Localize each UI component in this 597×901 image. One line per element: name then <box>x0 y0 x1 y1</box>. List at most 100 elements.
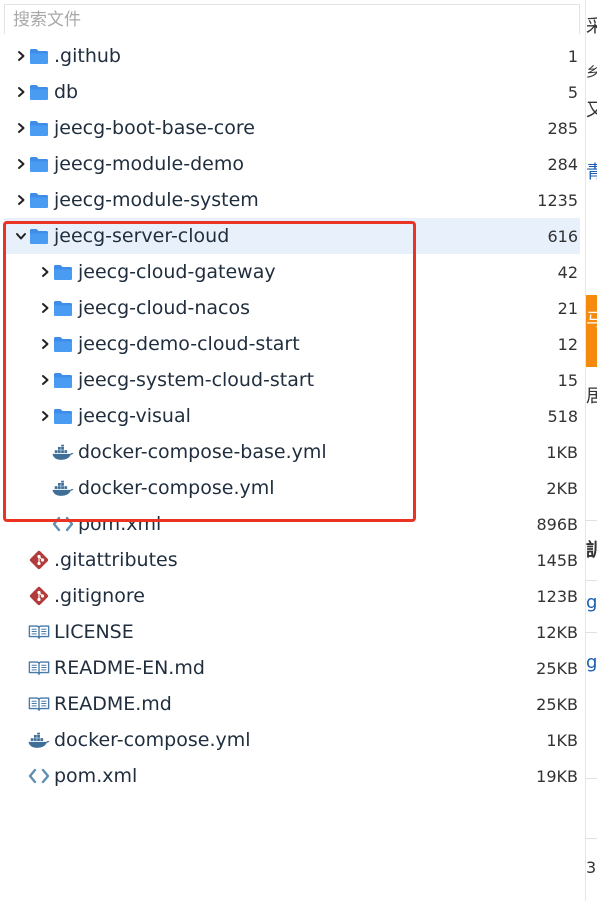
tree-item-size: 12KB <box>536 622 578 642</box>
tree-item-name: jeecg-module-demo <box>54 153 244 175</box>
tree-file-row[interactable]: .gitattributes 145B <box>4 542 580 578</box>
right-edge-char: g <box>586 652 597 673</box>
book-icon <box>28 693 50 715</box>
tree-file-row[interactable]: pom.xml 896B <box>4 506 580 542</box>
tree-item-size: 15 <box>557 370 578 390</box>
search-input[interactable] <box>5 5 579 34</box>
tree-item-name: .gitattributes <box>54 549 178 571</box>
right-edge-char: 3 <box>586 858 597 877</box>
right-edge-char: 訓 <box>586 540 597 561</box>
tree-item-name: LICENSE <box>54 621 134 643</box>
tree-item-size: 896B <box>536 514 578 534</box>
code-file-icon <box>28 765 50 787</box>
git-icon <box>28 549 50 571</box>
book-icon <box>28 657 50 679</box>
tree-folder-row[interactable]: jeecg-server-cloud 616 <box>4 218 580 254</box>
tree-item-name: README.md <box>54 693 172 715</box>
chevron-right-icon[interactable] <box>14 49 28 63</box>
right-edge-clipped-content: 采 乡 又 青 马 居 訓 g g 3 <box>586 0 597 901</box>
tree-item-size: 145B <box>536 550 578 570</box>
tree-item-name: docker-compose-base.yml <box>78 441 327 463</box>
folder-icon <box>28 81 50 103</box>
folder-icon <box>52 369 74 391</box>
right-edge-divider <box>586 778 597 779</box>
right-edge-divider <box>586 632 597 633</box>
tree-item-size: 1 <box>567 46 578 66</box>
code-file-icon <box>52 513 74 535</box>
chevron-right-icon[interactable] <box>14 193 28 207</box>
tree-item-size: 1KB <box>546 730 578 750</box>
chevron-down-icon[interactable] <box>14 229 28 243</box>
tree-item-name: README-EN.md <box>54 657 205 679</box>
right-edge-divider <box>586 520 597 521</box>
chevron-right-icon[interactable] <box>38 409 52 423</box>
tree-file-row[interactable]: README.md 25KB <box>4 686 580 722</box>
right-edge-char: 马 <box>586 310 597 331</box>
folder-icon <box>28 153 50 175</box>
tree-item-size: 12 <box>557 334 578 354</box>
right-edge-divider <box>586 580 597 581</box>
tree-item-size: 284 <box>547 154 578 174</box>
tree-folder-row[interactable]: jeecg-demo-cloud-start 12 <box>4 326 580 362</box>
tree-item-size: 1235 <box>537 190 578 210</box>
tree-item-size: 25KB <box>536 694 578 714</box>
tree-item-name: pom.xml <box>54 765 138 787</box>
docker-icon <box>52 477 74 499</box>
search-box[interactable] <box>4 4 580 34</box>
tree-folder-row[interactable]: jeecg-module-system 1235 <box>4 182 580 218</box>
tree-item-name: jeecg-cloud-nacos <box>78 297 250 319</box>
tree-item-name: jeecg-visual <box>78 405 191 427</box>
tree-item-size: 518 <box>547 406 578 426</box>
chevron-right-icon[interactable] <box>38 265 52 279</box>
tree-item-name: jeecg-cloud-gateway <box>78 261 276 283</box>
tree-item-size: 285 <box>547 118 578 138</box>
tree-item-name: db <box>54 81 79 103</box>
chevron-right-icon[interactable] <box>14 121 28 135</box>
tree-file-row[interactable]: README-EN.md 25KB <box>4 650 580 686</box>
tree-file-row[interactable]: docker-compose.yml 2KB <box>4 470 580 506</box>
tree-folder-row[interactable]: jeecg-cloud-nacos 21 <box>4 290 580 326</box>
tree-folder-row[interactable]: .github 1 <box>4 38 580 74</box>
right-edge-divider <box>586 838 597 839</box>
tree-item-size: 5 <box>567 82 578 102</box>
chevron-right-icon[interactable] <box>38 337 52 351</box>
right-edge-char: 乡 <box>586 65 597 81</box>
tree-folder-row[interactable]: db 5 <box>4 74 580 110</box>
tree-item-name: jeecg-demo-cloud-start <box>78 333 300 355</box>
tree-folder-row[interactable]: jeecg-system-cloud-start 15 <box>4 362 580 398</box>
chevron-right-icon[interactable] <box>38 301 52 315</box>
tree-item-name: jeecg-module-system <box>54 189 259 211</box>
right-edge-char: 青 <box>586 162 597 183</box>
right-edge-char: 居 <box>586 386 597 407</box>
chevron-right-icon[interactable] <box>38 373 52 387</box>
tree-file-row[interactable]: pom.xml 19KB <box>4 758 580 794</box>
tree-item-size: 2KB <box>546 478 578 498</box>
chevron-right-icon[interactable] <box>14 157 28 171</box>
git-icon <box>28 585 50 607</box>
tree-folder-row[interactable]: jeecg-boot-base-core 285 <box>4 110 580 146</box>
tree-file-row[interactable]: docker-compose.yml 1KB <box>4 722 580 758</box>
tree-item-name: .github <box>54 45 121 67</box>
tree-folder-row[interactable]: jeecg-visual 518 <box>4 398 580 434</box>
tree-item-name: docker-compose.yml <box>78 477 275 499</box>
chevron-right-icon[interactable] <box>14 85 28 99</box>
tree-item-name: jeecg-boot-base-core <box>54 117 255 139</box>
tree-item-name: pom.xml <box>78 513 162 535</box>
tree-item-size: 19KB <box>536 766 578 786</box>
tree-folder-row[interactable]: jeecg-cloud-gateway 42 <box>4 254 580 290</box>
tree-file-row[interactable]: LICENSE 12KB <box>4 614 580 650</box>
tree-file-row[interactable]: docker-compose-base.yml 1KB <box>4 434 580 470</box>
tree-folder-row[interactable]: jeecg-module-demo 284 <box>4 146 580 182</box>
folder-icon <box>52 261 74 283</box>
right-edge-char: 又 <box>586 100 597 121</box>
docker-icon <box>52 441 74 463</box>
tree-file-row[interactable]: .gitignore 123B <box>4 578 580 614</box>
